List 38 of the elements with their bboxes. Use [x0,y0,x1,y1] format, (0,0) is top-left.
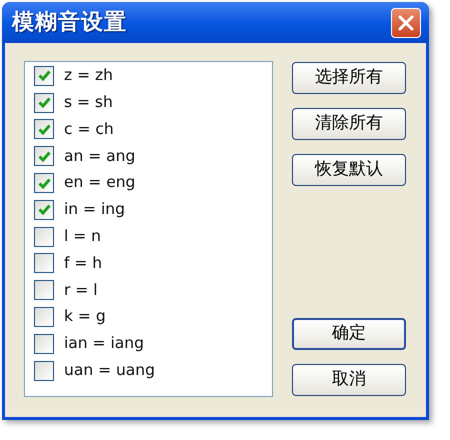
dialog-button[interactable]: 选择所有 [292,62,406,94]
check-icon [38,204,50,216]
checkbox[interactable] [34,92,54,113]
close-icon [397,14,415,32]
checkbox[interactable] [34,119,54,140]
checkbox[interactable] [34,146,54,166]
checkbox[interactable] [34,280,54,300]
dialog-button[interactable]: 恢复默认 [292,154,406,186]
dialog-button[interactable]: 取消 [292,364,406,396]
checkbox[interactable] [34,200,54,220]
option-label: uan = uang [64,360,155,382]
option-label: l = n [64,226,101,248]
option-label: z = zh [64,65,113,86]
option-label: k = g [64,306,106,328]
dialog-button[interactable]: 确定 [292,318,406,350]
check-icon [38,124,50,135]
option-label: c = ch [64,118,114,140]
check-icon [38,70,50,82]
option-label: s = sh [64,92,113,114]
window-title: 模糊音设置 [12,8,127,37]
check-icon [38,150,50,162]
checkbox[interactable] [34,66,54,86]
check-icon [38,178,50,189]
checkbox[interactable] [34,253,54,274]
option-label: an = ang [64,146,136,167]
close-button[interactable] [391,8,421,38]
checkbox[interactable] [34,360,54,381]
checkbox[interactable] [34,334,54,354]
checkbox[interactable] [34,173,54,194]
checkbox[interactable] [34,226,54,247]
checkbox[interactable] [34,307,54,328]
option-label: in = ing [64,199,125,220]
option-label: f = h [64,252,102,274]
option-label: en = eng [64,172,136,194]
check-icon [38,97,50,108]
dialog-button[interactable]: 清除所有 [292,108,406,140]
option-label: ian = iang [64,333,144,354]
option-label: r = l [64,280,98,301]
